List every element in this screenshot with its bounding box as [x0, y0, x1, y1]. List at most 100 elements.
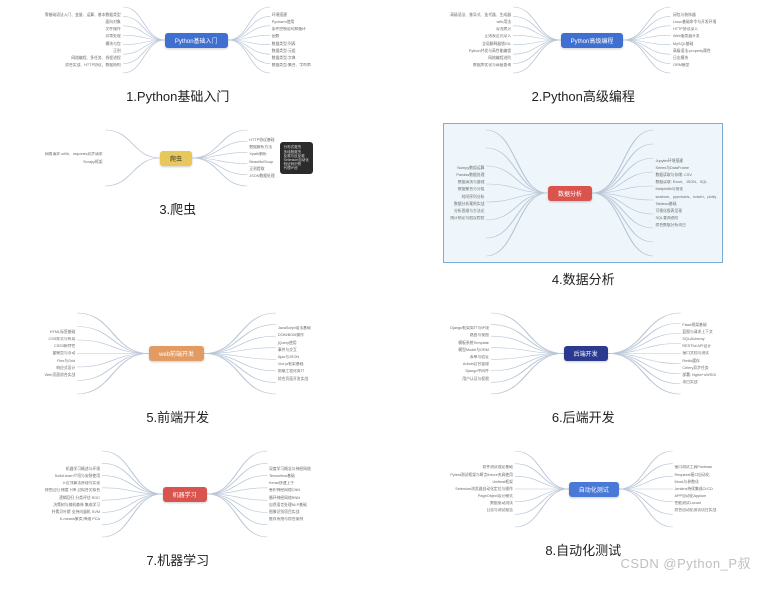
branch-node: 表单与验证	[448, 355, 491, 360]
branch-node: Django框架简介与环境	[448, 326, 491, 331]
branch-node: 可视化报表呈现	[653, 208, 718, 213]
mindmap-thumbnail[interactable]: Django框架简介与环境路由与视图模板系统Template模型Model与OR…	[443, 306, 723, 401]
mindmap-thumbnail[interactable]: HTML标签基础CSS样式与布局CSS3新特性盒模型与浮动Flex与Grid响应…	[38, 306, 318, 401]
branch-node: 路由与视图	[448, 333, 491, 338]
branch-node: Web服务器开发	[671, 34, 718, 39]
branch-node: 正则	[43, 48, 123, 53]
gallery-item[interactable]: Numpy数组运算Pandas数据处理数据清洗与整理数据聚合与分组时间序列分析数…	[426, 123, 742, 288]
connector-lines	[192, 127, 247, 189]
branch-node: 用户认证与权限	[448, 376, 491, 381]
branch-node: CSS样式与布局	[43, 337, 78, 342]
branch-node: Scikit-learn介绍与安装使用	[43, 473, 102, 478]
central-topic: 爬虫	[160, 151, 192, 166]
branch-node: 事件与交互	[276, 347, 313, 352]
connector-lines	[105, 127, 160, 189]
left-branch-group: 软件测试理论基础Pytest测试框架与断言fixture夹具使用Unittest…	[448, 465, 515, 513]
branch-node: 数据类型:字典	[270, 55, 313, 60]
branch-node: 全局解释器锁GIL	[448, 41, 513, 46]
branch-node: Jenkins持续集成CI/CD	[672, 486, 718, 491]
branch-node: 异常处理	[43, 34, 123, 39]
central-topic: Python基础入门	[165, 33, 228, 48]
branch-node: 闭包与装饰器	[671, 12, 718, 17]
right-branch-group: JavaScript语法基础DOM/BOM操作jQuery使用事件与交互Ajax…	[276, 326, 313, 381]
branch-node: 网络请求 urllib、requests异步请求	[43, 152, 105, 157]
sub-topic-line: 代理IP池	[284, 166, 309, 170]
central-topic: 后端开发	[564, 346, 608, 361]
central-topic: 机器学习	[163, 487, 207, 502]
branch-node: 逻辑回归 分类评估 ROC	[43, 495, 102, 500]
branch-node: HTTP协议深入	[671, 27, 718, 32]
gallery-item[interactable]: 高级语法、推导式、迭代器、生成器with用法深浅拷贝正则表达式深入全局解释器锁G…	[426, 0, 742, 105]
thumbnail-caption: 2.Python高级编程	[532, 86, 635, 105]
mindmap-diagram: 机器学习概述与环境Scikit-learn介绍与安装使用K近邻算法原理与实现线性…	[39, 445, 317, 543]
thumbnail-caption: 4.数据分析	[552, 269, 615, 288]
branch-node: 正则表达式深入	[448, 34, 513, 39]
branch-node: 分析思维与方法论	[448, 208, 486, 213]
branch-node: jQuery使用	[276, 340, 313, 345]
branch-node: JavaScript语法基础	[276, 326, 313, 331]
connector-lines	[513, 4, 561, 76]
branch-node: 数据分析案例实战	[448, 201, 486, 206]
right-branch-group: 深度学习概念与神经网络Tensorflow基础Keras快速上手卷积神经网络CN…	[267, 466, 313, 521]
left-branch-group: 机器学习概述与环境Scikit-learn介绍与安装使用K近邻算法原理与实现线性…	[43, 466, 102, 521]
branch-node: 深浅拷贝	[448, 27, 513, 32]
branch-node: 卷积神经网络CNN	[267, 488, 313, 493]
branch-node: Pycharm使用	[270, 19, 313, 24]
central-topic: 数据分析	[548, 186, 592, 201]
branch-node: 深度学习概念与神经网络	[267, 466, 313, 471]
right-branch-group: HTTP协议基础数据解析方法Xpath解析BeautifulSoup正则提取JS…	[247, 137, 276, 178]
connector-lines	[123, 4, 165, 76]
branch-node: seaborn、pyecharts、bokeh、plotly	[653, 194, 718, 199]
branch-node: SQL查询进阶	[653, 216, 718, 221]
mindmap-diagram: 软件测试理论基础Pytest测试框架与断言fixture夹具使用Unittest…	[444, 445, 722, 533]
branch-node: 蓝图与请求上下文	[680, 329, 718, 334]
thumbnail-grid: 零基础语法入门、变量、运算、基本数据类型面向对象文件操作异常处理模块与包正则网络…	[0, 0, 761, 599]
connector-lines	[592, 127, 654, 259]
gallery-item[interactable]: 零基础语法入门、变量、运算、基本数据类型面向对象文件操作异常处理模块与包正则网络…	[20, 0, 336, 105]
branch-node: 自然语言处理NLP基础	[267, 502, 313, 507]
mindmap-thumbnail[interactable]: Numpy数组运算Pandas数据处理数据清洗与整理数据聚合与分组时间序列分析数…	[443, 123, 723, 263]
branch-node: Unittest框架	[448, 479, 515, 484]
gallery-item[interactable]: Django框架简介与环境路由与视图模板系统Template模型Model与OR…	[426, 306, 742, 426]
mindmap-thumbnail[interactable]: 机器学习概述与环境Scikit-learn介绍与安装使用K近邻算法原理与实现线性…	[38, 444, 318, 544]
branch-node: Web页面综合实战	[43, 372, 78, 377]
branch-node: 图像识别项目实战	[267, 509, 313, 514]
mindmap-thumbnail[interactable]: 高级语法、推导式、迭代器、生成器with用法深浅拷贝正则表达式深入全局解释器锁G…	[443, 0, 723, 80]
branch-node: 综合数据分析项目	[653, 223, 718, 228]
branch-node: Pytest测试框架与断言fixture夹具使用	[448, 472, 515, 477]
branch-node: 接口文档与测试	[680, 351, 718, 356]
branch-node: 推荐系统与综合案例	[267, 517, 313, 522]
mindmap-thumbnail[interactable]: 软件测试理论基础Pytest测试框架与断言fixture夹具使用Unittest…	[443, 444, 723, 534]
gallery-item[interactable]: 网络请求 urllib、requests异步请求Scrapy框架 爬虫 HTTP协议…	[20, 123, 336, 288]
branch-node: JSON数据处理	[247, 173, 276, 178]
branch-node: 项目实战	[680, 380, 718, 385]
branch-node: HTTP协议基础	[247, 137, 276, 142]
gallery-item[interactable]: 机器学习概述与环境Scikit-learn介绍与安装使用K近邻算法原理与实现线性…	[20, 444, 336, 569]
branch-node: 性能测试Locust	[672, 501, 718, 506]
mindmap-diagram: 零基础语法入门、变量、运算、基本数据类型面向对象文件操作异常处理模块与包正则网络…	[39, 1, 317, 79]
branch-node: Matplotlib可视化	[653, 187, 718, 192]
mindmap-thumbnail[interactable]: 网络请求 urllib、requests异步请求Scrapy框架 爬虫 HTTP协议…	[38, 123, 318, 193]
branch-node: HTML标签基础	[43, 329, 78, 334]
branch-node: Celery异步任务	[680, 365, 718, 370]
right-branch-group: 环境搭建Pycharm使用条件控制语句和循环函数数据类型:列表数据类型:元组数据…	[270, 12, 313, 67]
branch-node: 响应式设计	[43, 365, 78, 370]
gallery-item[interactable]: HTML标签基础CSS样式与布局CSS3新特性盒模型与浮动Flex与Grid响应…	[20, 306, 336, 426]
branch-node: 数据聚合与分组	[448, 187, 486, 192]
branch-node: 机器学习概述与环境	[43, 466, 102, 471]
branch-node: APP自动化Appium	[672, 494, 718, 499]
left-branch-group: 网络请求 urllib、requests异步请求Scrapy框架	[43, 152, 105, 164]
branch-node: 接口测试工具Postman	[672, 465, 718, 470]
branch-node: 决策树与随机森林 集成学习	[43, 502, 102, 507]
mindmap-diagram: Django框架简介与环境路由与视图模板系统Template模型Model与OR…	[444, 307, 722, 400]
mindmap-thumbnail[interactable]: 零基础语法入门、变量、运算、基本数据类型面向对象文件操作异常处理模块与包正则网络…	[38, 0, 318, 80]
branch-node: 部署: Nginx+uWSGI	[680, 372, 718, 377]
branch-node: 零基础语法入门、变量、运算、基本数据类型	[43, 12, 123, 17]
central-topic: Python高级编程	[561, 33, 624, 48]
branch-node: 正则提取	[247, 166, 276, 171]
branch-node: 高级语法:property属性	[671, 48, 718, 53]
branch-node: 综合实战、HTTP协议、数据结构	[43, 63, 123, 68]
branch-node: 日志模块	[671, 55, 718, 60]
branch-node: Xpath解析	[247, 152, 276, 157]
gallery-item[interactable]: 软件测试理论基础Pytest测试框架与断言fixture夹具使用Unittest…	[426, 444, 742, 569]
